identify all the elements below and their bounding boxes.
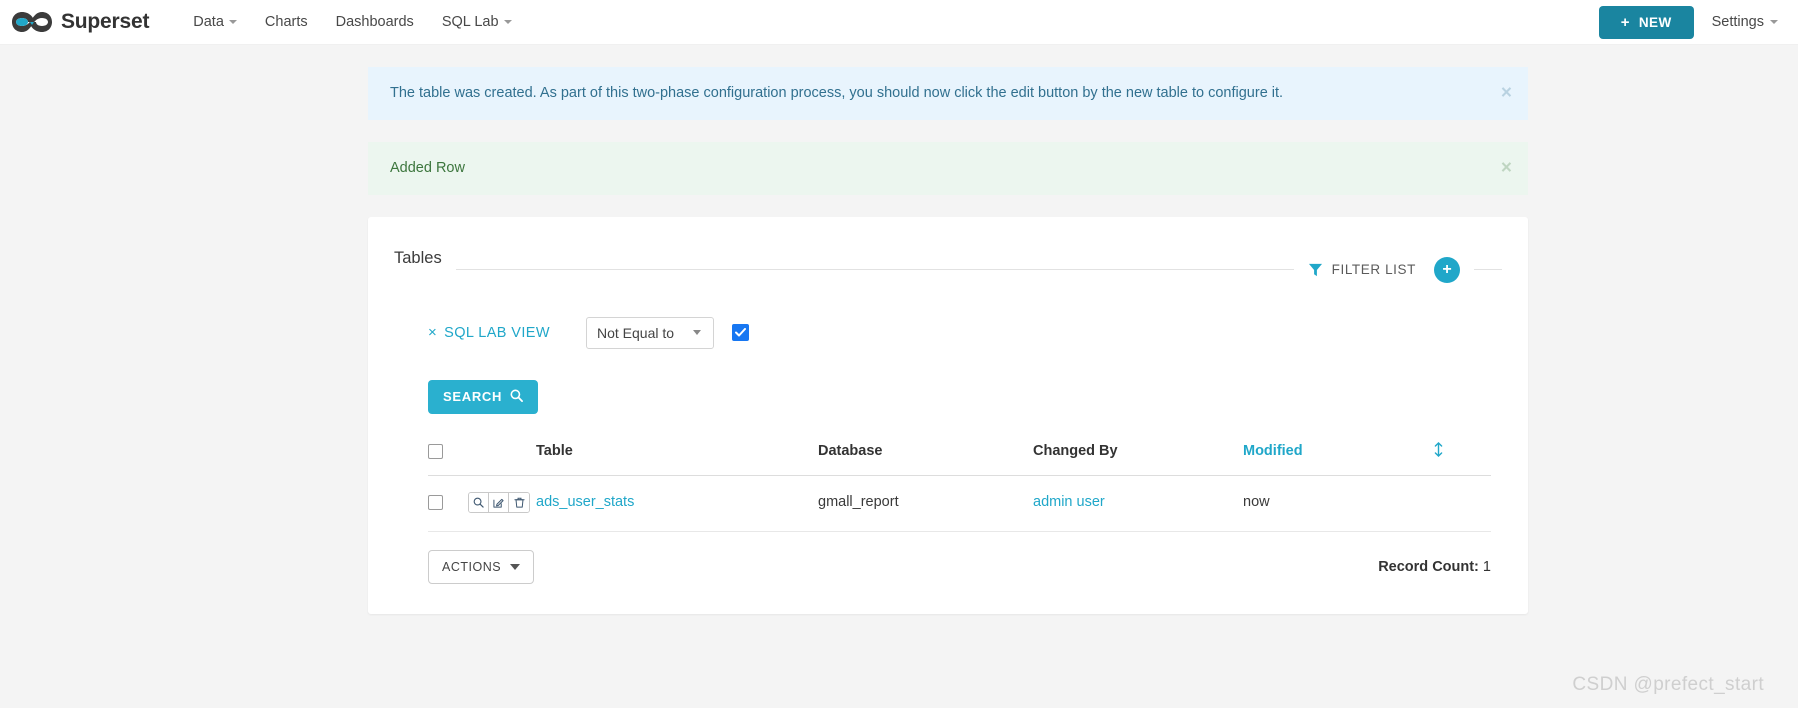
changed-by-link[interactable]: admin user <box>1033 494 1105 510</box>
watermark: CSDN @prefect_start <box>1572 674 1764 695</box>
table-head: Table Database Changed By Modified <box>428 441 1491 476</box>
column-table: Table <box>536 441 818 476</box>
page-title: Tables <box>394 249 442 268</box>
plus-icon: + <box>1620 13 1630 31</box>
settings-menu[interactable]: Settings <box>1712 14 1778 30</box>
brand-home-link[interactable]: Superset <box>10 10 149 34</box>
nav-item-charts-label: Charts <box>264 14 308 30</box>
filter-chip-sql-lab-view[interactable]: × SQL LAB VIEW <box>428 324 550 341</box>
column-database: Database <box>818 441 1033 476</box>
row-checkbox[interactable] <box>428 494 443 510</box>
search-button-label: SEARCH <box>443 389 503 405</box>
search-icon <box>473 497 484 508</box>
top-navbar: Superset Data Charts Dashboards SQL Lab … <box>0 0 1798 45</box>
brand-name: Superset <box>61 10 150 33</box>
close-icon[interactable]: × <box>1501 84 1512 103</box>
content-container: The table was created. As part of this t… <box>368 67 1528 614</box>
new-button-label: NEW <box>1638 14 1672 30</box>
nav-item-dashboards[interactable]: Dashboards <box>322 6 428 38</box>
alert-added-row-message: Added Row <box>390 159 465 176</box>
edit-icon <box>493 497 504 508</box>
funnel-icon <box>1308 263 1323 277</box>
row-select-cell <box>428 475 468 532</box>
row-modified-cell: now <box>1243 475 1433 532</box>
navbar-right-group: + NEW Settings <box>1598 5 1778 39</box>
alert-added-row: Added Row × <box>368 141 1528 195</box>
column-actions <box>468 441 536 476</box>
filter-list-button[interactable]: FILTER LIST <box>1308 262 1416 277</box>
actions-dropdown-button[interactable]: ACTIONS <box>428 549 535 584</box>
filter-area: × SQL LAB VIEW Not Equal to SEARCH <box>394 287 1502 414</box>
column-modified[interactable]: Modified <box>1243 441 1433 476</box>
row-database-cell: gmall_report <box>818 475 1033 532</box>
check-icon <box>734 328 746 337</box>
filter-row: × SQL LAB VIEW Not Equal to <box>428 316 1502 349</box>
close-icon[interactable]: × <box>1501 159 1512 178</box>
record-count-value: 1 <box>1482 558 1491 575</box>
sort-updown-icon[interactable] <box>1433 441 1444 460</box>
edit-record-button[interactable] <box>489 492 509 512</box>
tables-listing: Table Database Changed By Modified ads_u… <box>428 441 1491 532</box>
row-table-cell: ads_user_stats <box>536 475 818 532</box>
filter-list-label: FILTER LIST <box>1331 262 1416 278</box>
new-button[interactable]: + NEW <box>1598 5 1694 39</box>
nav-item-charts[interactable]: Charts <box>251 6 322 38</box>
record-count: Record Count: 1 <box>1378 559 1491 575</box>
filter-operator-value: Not Equal to <box>596 324 675 341</box>
table-name-link[interactable]: ads_user_stats <box>536 494 634 510</box>
chevron-down-icon <box>1770 20 1778 24</box>
nav-item-sql-lab-label: SQL Lab <box>441 14 499 30</box>
plus-icon: + <box>1442 260 1452 278</box>
row-action-group <box>468 491 530 513</box>
nav-item-sql-lab[interactable]: SQL Lab <box>428 6 526 38</box>
settings-label: Settings <box>1711 14 1764 30</box>
chevron-down-icon <box>503 20 512 24</box>
view-record-button[interactable] <box>469 492 489 512</box>
trash-icon <box>513 497 525 508</box>
row-actions-cell <box>468 475 536 532</box>
chevron-down-icon <box>692 330 701 336</box>
filter-chip-label: SQL LAB VIEW <box>444 324 550 341</box>
superset-infinity-logo-icon <box>10 10 54 34</box>
column-sort-toggle <box>1433 441 1491 476</box>
column-select-all <box>428 441 468 476</box>
page-content: The table was created. As part of this t… <box>0 45 1798 614</box>
nav-item-data-label: Data <box>193 14 224 30</box>
header-divider-right <box>1474 269 1502 271</box>
chevron-down-icon <box>510 563 521 570</box>
chevron-down-icon <box>228 20 237 24</box>
table-wrapper: Table Database Changed By Modified ads_u… <box>394 414 1502 584</box>
select-all-checkbox[interactable] <box>428 443 443 459</box>
close-icon[interactable]: × <box>428 324 437 341</box>
header-divider <box>455 269 1294 271</box>
table-footer: ACTIONS Record Count: 1 <box>428 549 1491 584</box>
alert-table-created: The table was created. As part of this t… <box>368 67 1528 120</box>
main-nav: Data Charts Dashboards SQL Lab <box>179 6 525 38</box>
delete-record-button[interactable] <box>509 492 529 512</box>
row-spacer-cell <box>1433 475 1491 532</box>
alert-table-created-message: The table was created. As part of this t… <box>390 85 1284 101</box>
nav-item-data[interactable]: Data <box>179 6 251 38</box>
actions-button-label: ACTIONS <box>442 559 502 574</box>
nav-item-dashboards-label: Dashboards <box>335 14 414 30</box>
search-button[interactable]: SEARCH <box>428 379 539 414</box>
column-changed-by: Changed By <box>1033 441 1243 476</box>
table-header-row: Table Database Changed By Modified <box>428 441 1491 476</box>
record-count-label: Record Count: <box>1378 558 1479 575</box>
table-row: ads_user_stats gmall_report admin user n… <box>428 475 1491 532</box>
add-table-button[interactable]: + <box>1434 256 1460 283</box>
tables-panel: Tables FILTER LIST + × SQL LAB VIEW Not … <box>368 216 1528 614</box>
row-changed-by-cell: admin user <box>1033 475 1243 532</box>
panel-header: Tables FILTER LIST + <box>394 235 1502 287</box>
filter-value-checkbox[interactable] <box>731 324 749 342</box>
search-icon <box>510 389 524 405</box>
table-body: ads_user_stats gmall_report admin user n… <box>428 475 1491 532</box>
filter-operator-select[interactable]: Not Equal to <box>585 316 714 349</box>
